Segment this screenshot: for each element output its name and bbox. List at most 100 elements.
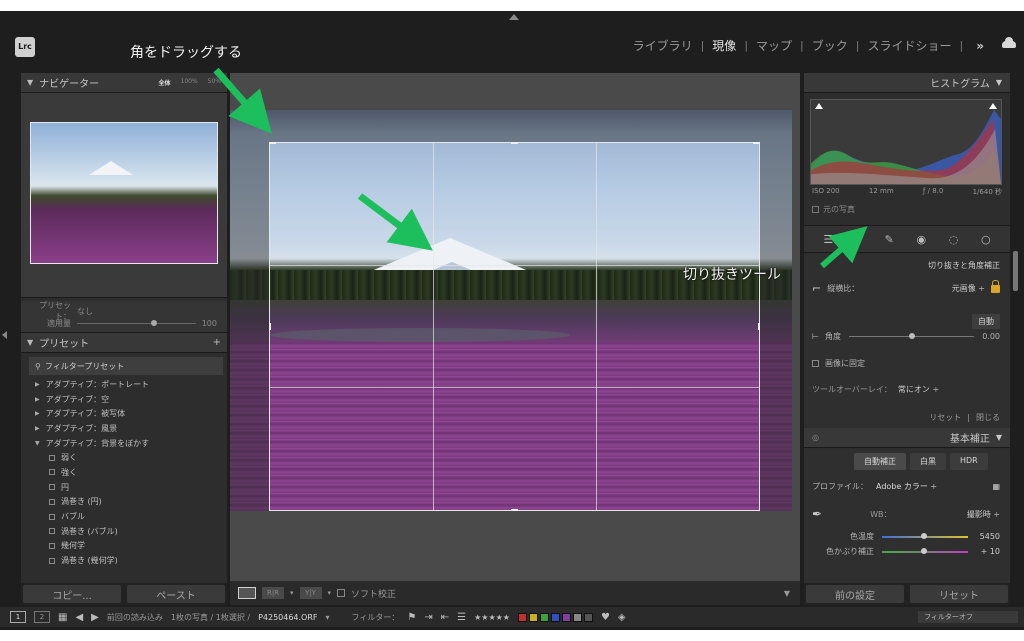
lock-icon[interactable]	[991, 279, 1000, 293]
crop-edge-handle[interactable]	[758, 323, 760, 330]
preset-item[interactable]: 強く	[35, 465, 227, 480]
chevron-down-icon[interactable]: ▾	[290, 589, 294, 597]
straighten-tool-icon[interactable]: ⊢	[812, 332, 819, 341]
preset-group[interactable]: ▶ アダプティブ：風景	[35, 421, 227, 436]
display-1-button[interactable]: 1	[10, 611, 26, 623]
eye-icon[interactable]: ◎	[812, 433, 819, 442]
rating-stars[interactable]: ★★★★★	[474, 613, 510, 622]
tint-value[interactable]: + 10	[981, 547, 1000, 556]
crop-corner-handle[interactable]	[753, 142, 760, 144]
overlay-select[interactable]: 常にオン ÷	[898, 384, 939, 395]
chevron-down-icon[interactable]: ▾	[326, 613, 330, 622]
before-after-view-button[interactable]: Y|Y	[299, 587, 322, 599]
heart-icon[interactable]: ♥	[601, 612, 610, 623]
preset-item[interactable]: 渦巻き (円)	[35, 495, 227, 510]
crop-close-button[interactable]: 閉じる	[976, 412, 1000, 423]
copy-button[interactable]: コピー...	[23, 585, 121, 603]
cloud-icon[interactable]	[1002, 37, 1016, 48]
filter-select[interactable]: フィルターオフ	[918, 611, 1018, 623]
crop-edge-handle[interactable]	[511, 509, 518, 511]
highlight-clipping-icon[interactable]	[989, 103, 997, 109]
profile-select[interactable]: Adobe カラー ÷	[876, 481, 937, 492]
preset-item[interactable]: 幾何学	[35, 539, 227, 554]
angle-value[interactable]: 0.00	[982, 332, 1000, 341]
presets-header[interactable]: ▼ プリセット +	[21, 333, 227, 353]
zoom-100[interactable]: 100%	[181, 78, 198, 87]
module-library[interactable]: ライブラリ	[632, 37, 694, 54]
histogram[interactable]	[810, 99, 1002, 185]
crop-edge-handle[interactable]	[269, 323, 271, 330]
redeye-icon[interactable]: ◉	[917, 233, 927, 246]
preset-group[interactable]: ▶ アダプティブ：空	[35, 392, 227, 407]
filmstrip-filename[interactable]: P4250464.ORF	[258, 613, 317, 622]
color-swatch[interactable]	[572, 612, 582, 622]
histogram-header[interactable]: ヒストグラム ▼	[804, 73, 1010, 93]
tint-slider[interactable]	[882, 547, 968, 554]
profile-browser-icon[interactable]: ▦	[992, 482, 1000, 491]
navigator-thumbnail[interactable]	[30, 122, 218, 264]
previous-settings-button[interactable]: 前の設定	[806, 585, 904, 603]
mask-icon[interactable]: ◌	[949, 233, 959, 246]
zoom-50[interactable]: 50%	[208, 78, 221, 87]
crop-frame-icon[interactable]: ⌐	[812, 282, 821, 295]
module-develop[interactable]: 現像	[711, 37, 737, 54]
filmstrip-source[interactable]: 前回の読み込み	[107, 612, 163, 623]
preset-item[interactable]: バブル	[35, 509, 227, 524]
preset-item[interactable]: 弱く	[35, 450, 227, 465]
amount-slider[interactable]	[77, 319, 196, 326]
constrain-checkbox[interactable]	[812, 360, 819, 367]
auto-tone-button[interactable]: 自動補正	[854, 453, 906, 470]
sliders-icon[interactable]: ☰	[823, 233, 833, 246]
crop-tool-icon[interactable]: ⌗	[856, 232, 862, 246]
preset-group[interactable]: ▶ アダプティブ：被写体	[35, 406, 227, 421]
crop-edge-handle[interactable]	[511, 142, 518, 144]
module-map[interactable]: マップ	[755, 37, 793, 54]
back-arrow-icon[interactable]: ◀	[75, 612, 83, 623]
aspect-select[interactable]: 元画像 ÷	[952, 283, 985, 294]
color-swatch[interactable]	[561, 612, 571, 622]
export-icon[interactable]: ⇤	[441, 612, 449, 623]
preset-item[interactable]: 円	[35, 480, 227, 495]
navigator-header[interactable]: ▼ ナビゲーター 全体 100% 50%	[21, 73, 227, 93]
original-photo-checkbox[interactable]	[812, 206, 819, 213]
forward-arrow-icon[interactable]: ▶	[91, 612, 99, 623]
soft-proof-checkbox[interactable]	[337, 589, 346, 597]
module-book[interactable]: ブック	[811, 37, 849, 54]
radial-icon[interactable]: ○	[981, 233, 991, 246]
shadow-clipping-icon[interactable]	[815, 103, 823, 109]
preset-item[interactable]: 渦巻き (バブル)	[35, 524, 227, 539]
flag-icon[interactable]: ⚑	[407, 612, 416, 623]
color-swatch[interactable]	[539, 612, 549, 622]
preset-group[interactable]: ▼ アダプティブ：背景をぼかす	[35, 436, 227, 451]
color-swatch[interactable]	[583, 612, 593, 622]
chevron-down-icon[interactable]: ▾	[328, 589, 332, 597]
hdr-button[interactable]: HDR	[950, 453, 988, 470]
eyedropper-icon[interactable]: ✒	[812, 507, 822, 521]
module-slideshow[interactable]: スライドショー	[867, 37, 953, 54]
top-panel-toggle[interactable]	[509, 14, 519, 20]
sliders-icon[interactable]: ☰	[457, 612, 466, 623]
reset-button[interactable]: リセット	[910, 585, 1008, 603]
more-modules-button[interactable]: »	[970, 39, 984, 53]
navigator-preview[interactable]	[21, 93, 227, 298]
auto-straighten-button[interactable]: 自動	[972, 314, 1000, 329]
crop-corner-handle[interactable]	[269, 142, 276, 144]
grid-icon[interactable]: ▦	[58, 612, 67, 623]
left-panel-toggle-icon[interactable]	[2, 331, 7, 339]
original-photo-toggle[interactable]: 元の写真	[812, 204, 855, 215]
preset-item[interactable]: 渦巻き (幾何学)	[35, 553, 227, 568]
stack-icon[interactable]: ◈	[618, 612, 626, 623]
preset-group[interactable]: ▶ アダプティブ：ポートレート	[35, 377, 227, 392]
color-swatch[interactable]	[528, 612, 538, 622]
compare-view-button[interactable]: R|R	[262, 587, 284, 599]
angle-slider[interactable]	[848, 333, 975, 339]
loupe-view-icon[interactable]	[238, 587, 256, 599]
right-panel-scrollbar[interactable]	[1013, 251, 1018, 291]
add-preset-button[interactable]: +	[213, 337, 221, 348]
zoom-fit[interactable]: 全体	[158, 78, 170, 87]
display-2-button[interactable]: 2	[34, 611, 50, 623]
color-swatch[interactable]	[550, 612, 560, 622]
crop-reset-button[interactable]: リセット	[929, 412, 961, 423]
wb-select[interactable]: 撮影時 ÷	[967, 509, 1000, 520]
color-swatch[interactable]	[517, 612, 527, 622]
